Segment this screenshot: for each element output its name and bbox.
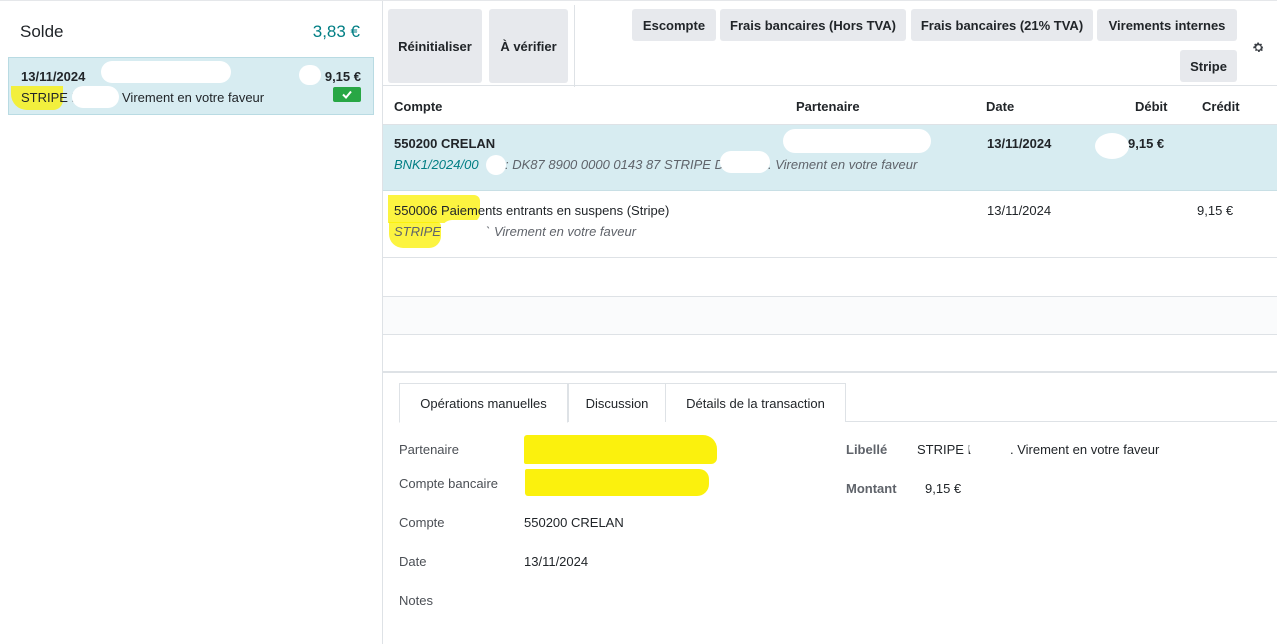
statement-lines-panel: Solde 3,83 € 13/11/2024 9,15 € STRIPE D … [0,0,383,644]
tab-bar: Opérations manuelles Discussion Détails … [399,383,1277,423]
column-debit: Débit [1135,99,1168,114]
column-account: Compte [394,99,443,114]
redaction [299,65,321,85]
libelle-value-suffix: . Virement en votre faveur [1010,442,1160,457]
bank-account-label: Compte bancaire [399,476,498,491]
reconciled-check-icon [333,87,361,102]
tab-transaction-details[interactable]: Détails de la transaction [665,383,846,422]
gear-icon[interactable] [1252,41,1265,54]
bank-account-field[interactable] [525,469,709,496]
amount-value: 9,15 € [925,481,962,496]
redaction [486,155,506,175]
tab-manual-operations[interactable]: Opérations manuelles [399,383,568,423]
redaction [783,197,931,223]
redaction [441,220,491,242]
table-row[interactable]: 550006 Paiements entrants en suspens (St… [383,192,1277,258]
model-bank-fees-excl-vat-button[interactable]: Frais bancaires (Hors TVA) [720,9,906,41]
toolbar: Réinitialiser À vérifier Escompte Frais … [383,0,1277,87]
empty-row [383,297,1277,335]
account-label: Compte [399,515,445,530]
details-notebook: Opérations manuelles Discussion Détails … [383,372,1277,644]
model-stripe-button[interactable]: Stripe [1180,50,1237,82]
redaction [720,151,770,173]
redaction [270,18,312,42]
table-row[interactable]: 550200 CRELAN 13/11/2024 9,15 € BNK1/202… [383,125,1277,191]
reset-button[interactable]: Réinitialiser [388,9,482,83]
date-label: Date [399,554,427,569]
date-value[interactable]: 13/11/2024 [524,554,588,569]
row-debit: 9,15 € [1128,136,1165,151]
column-credit: Crédit [1202,99,1240,114]
row-memo-tail: . Virement en votre faveur [768,157,918,172]
row-credit: 9,15 € [1197,203,1234,218]
libelle-label: Libellé [846,442,888,457]
to-check-button[interactable]: À vérifier [489,9,568,83]
statement-line-label-suffix: Virement en votre faveur [122,90,265,105]
row-date: 13/11/2024 [987,136,1052,151]
balance-label: Solde [20,22,64,41]
partner-field[interactable] [524,435,717,464]
account-value[interactable]: 550200 CRELAN [524,515,624,530]
row-account: 550200 CRELAN [394,136,496,151]
redaction [101,61,231,83]
row-reference[interactable]: BNK1/2024/00 [394,157,479,172]
libelle-value: STRIPE D [917,442,977,457]
balance-value: 3,83 € [312,22,360,41]
statement-line-item[interactable]: 13/11/2024 9,15 € STRIPE D Virement en v… [8,57,374,115]
notes-label: Notes [399,593,433,608]
redaction [72,86,119,108]
row-memo: : DK87 8900 0000 0143 87 STRIPE D [505,157,724,172]
statement-line-amount: 9,15 € [324,69,361,84]
column-partner: Partenaire [796,99,860,114]
reconciliation-panel: Réinitialiser À vérifier Escompte Frais … [383,0,1277,644]
row-account: 550006 Paiements entrants en suspens (St… [394,203,670,218]
model-internal-transfers-button[interactable]: Virements internes [1097,9,1237,41]
lines-table-header: Compte Partenaire Date Débit Crédit [383,87,1277,125]
row-date: 13/11/2024 [987,203,1052,218]
column-date: Date [986,99,1015,114]
redaction [783,129,931,153]
row-memo-tail: ` Virement en votre faveur [486,224,637,239]
model-escompte-button[interactable]: Escompte [632,9,716,41]
amount-label: Montant [846,481,897,496]
empty-row [383,259,1277,297]
model-bank-fees-21-vat-button[interactable]: Frais bancaires (21% TVA) [911,9,1093,41]
redaction [969,436,1011,460]
tab-discussion[interactable]: Discussion [568,383,666,422]
partner-label: Partenaire [399,442,459,457]
redaction [1095,133,1129,159]
empty-row [383,335,1277,372]
statement-line-date: 13/11/2024 [21,69,86,84]
